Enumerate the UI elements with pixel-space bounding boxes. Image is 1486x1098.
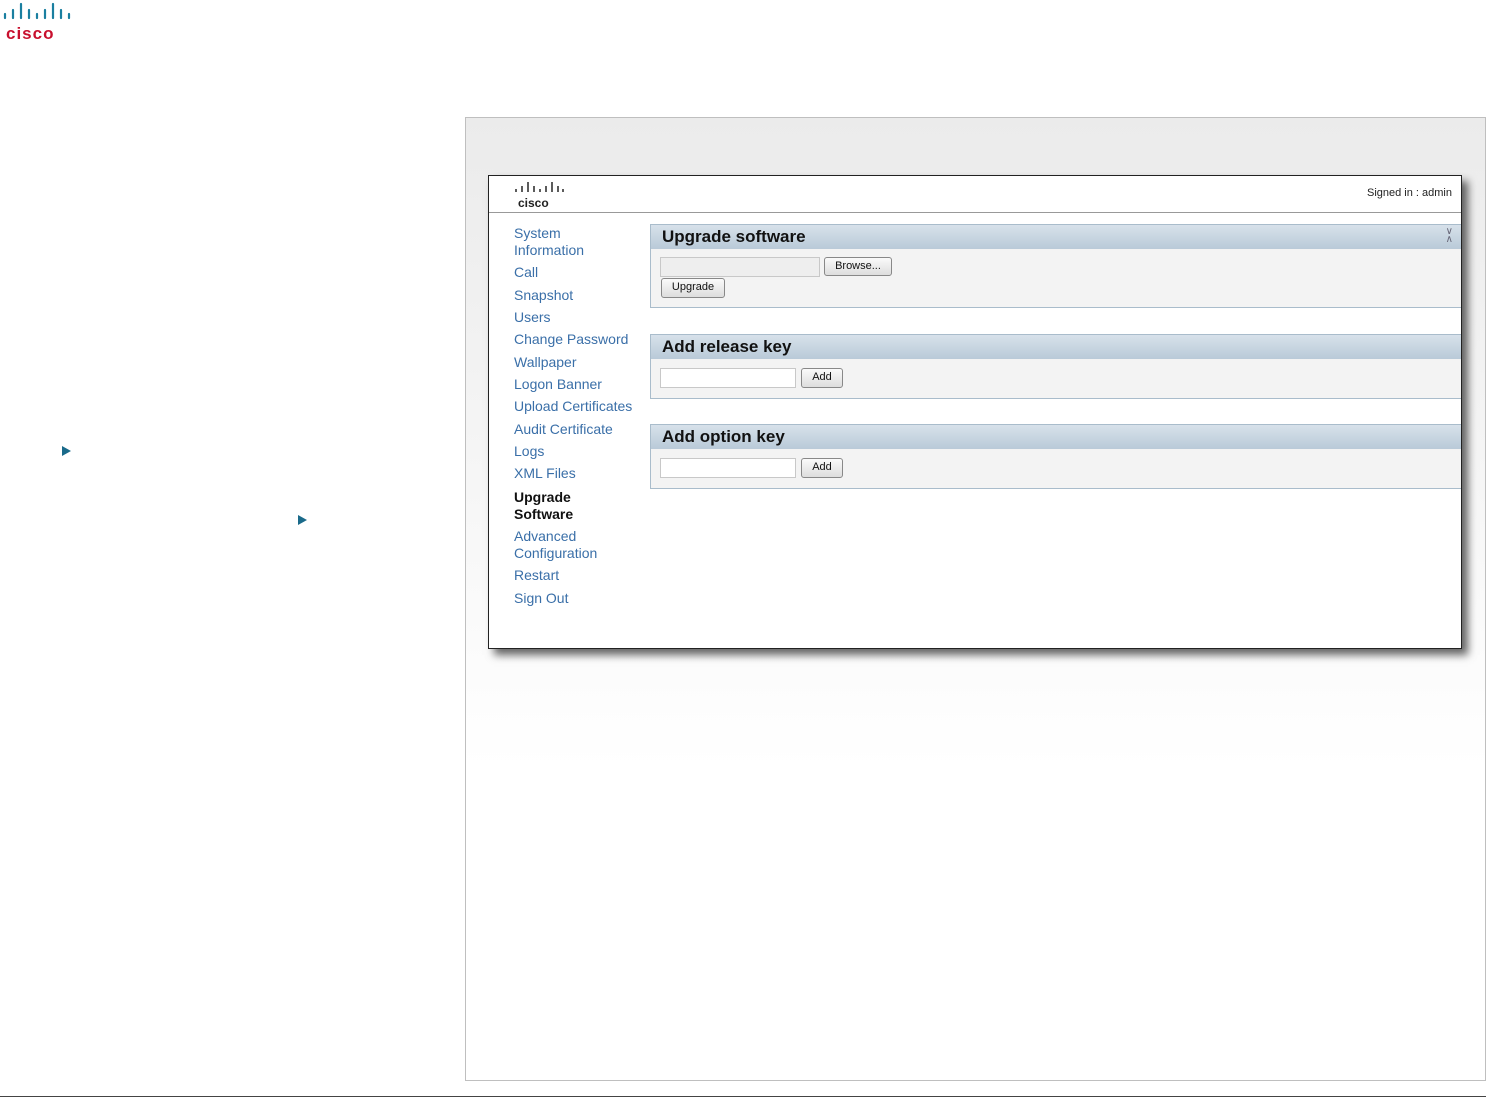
bullet-arrow-icon (298, 515, 307, 525)
add-option-key-panel: Add option key Add (650, 424, 1461, 489)
bullet-arrow-icon (62, 446, 71, 456)
nav-change-password[interactable]: Change Password (514, 331, 644, 348)
browse-button[interactable]: Browse... (824, 257, 892, 276)
nav-logs[interactable]: Logs (514, 443, 644, 460)
panel-title: Add release key (651, 335, 1461, 359)
collapse-icon[interactable]: ∨ ∧ (1446, 227, 1453, 245)
nav-sign-out[interactable]: Sign Out (514, 590, 644, 607)
nav-upload-certificates[interactable]: Upload Certificates (514, 398, 644, 415)
svg-text:cisco: cisco (6, 24, 54, 42)
nav-upgrade-software[interactable]: Upgrade Software (514, 489, 584, 523)
web-interface-screenshot: cisco Signed in : admin System Informati… (488, 175, 1462, 649)
nav-snapshot[interactable]: Snapshot (514, 287, 644, 304)
panel-title: Upgrade software (651, 225, 1461, 249)
upgrade-button[interactable]: Upgrade (661, 278, 725, 298)
nav-call[interactable]: Call (514, 264, 644, 281)
nav-logon-banner[interactable]: Logon Banner (514, 376, 644, 393)
release-key-input[interactable] (660, 368, 796, 388)
upgrade-software-panel: Upgrade software ∨ ∧ Browse... Upgrade (650, 224, 1461, 308)
nav-users[interactable]: Users (514, 309, 644, 326)
add-option-key-button[interactable]: Add (801, 458, 843, 478)
footer-divider (0, 1096, 1486, 1097)
nav-xml-files[interactable]: XML Files (514, 465, 644, 482)
add-release-key-panel: Add release key Add (650, 334, 1461, 399)
nav-system-information[interactable]: System Information (514, 225, 594, 259)
signed-in-status: Signed in : admin (1367, 187, 1452, 199)
option-key-input[interactable] (660, 458, 796, 478)
nav-advanced-configuration[interactable]: Advanced Configuration (514, 528, 604, 562)
add-release-key-button[interactable]: Add (801, 368, 843, 388)
file-path-input[interactable] (660, 257, 820, 277)
header: cisco Signed in : admin (489, 176, 1461, 213)
nav-restart[interactable]: Restart (514, 567, 644, 584)
nav-wallpaper[interactable]: Wallpaper (514, 354, 644, 371)
panel-title: Add option key (651, 425, 1461, 449)
cisco-logo: cisco (515, 182, 564, 209)
cisco-logo: cisco (3, 2, 71, 42)
svg-text:cisco: cisco (518, 196, 549, 209)
nav-audit-certificate[interactable]: Audit Certificate (514, 421, 644, 438)
